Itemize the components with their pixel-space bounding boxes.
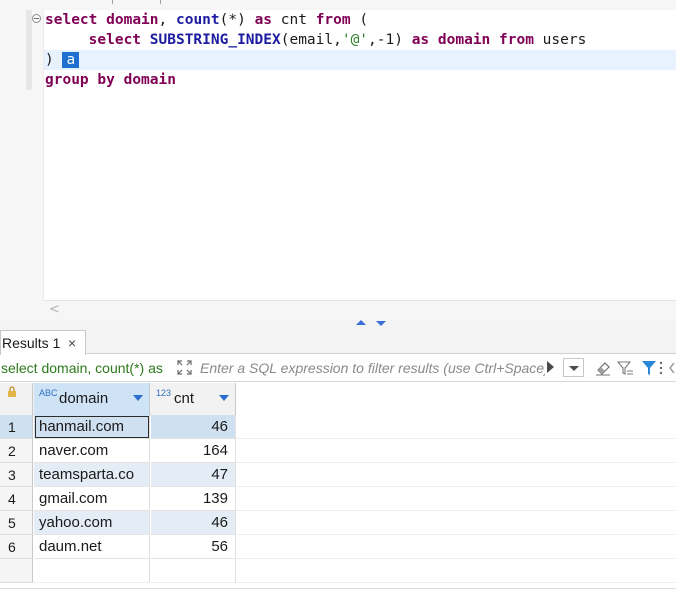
cell-domain[interactable]: naver.com	[34, 439, 150, 463]
results-grid[interactable]: ABC domain 123 cnt 1 hanmail.com 46 2 na…	[0, 383, 676, 591]
code-token: domain	[123, 72, 176, 88]
code-token: count	[175, 12, 220, 28]
column-header-cnt[interactable]: 123 cnt	[151, 383, 236, 415]
code-token: as	[254, 12, 273, 28]
text-type-badge: ABC	[39, 388, 58, 398]
table-row[interactable]: 3 teamsparta.co 47	[0, 463, 676, 487]
results-tab-bar: Results 1 ×	[0, 328, 676, 355]
cell-cnt[interactable]: 164	[151, 439, 236, 463]
scroll-left-icon[interactable]: <	[49, 302, 60, 317]
code-token: as	[411, 32, 430, 48]
editor-gutter	[0, 10, 14, 300]
fold-collapse-icon[interactable]	[32, 14, 41, 23]
splitter-toggle-icon[interactable]	[354, 319, 394, 327]
numeric-type-badge: 123	[156, 388, 172, 398]
cell-domain[interactable]: daum.net	[34, 535, 150, 559]
table-row[interactable]: 6 daum.net 56	[0, 535, 676, 559]
sort-dropdown-icon[interactable]	[219, 395, 229, 401]
code-token: '@'	[341, 32, 369, 48]
editor-horizontal-scrollbar[interactable]: <	[44, 300, 676, 320]
row-number[interactable]: 6	[0, 535, 33, 559]
code-token: (	[350, 12, 369, 28]
code-token: domain	[437, 32, 491, 48]
table-alias-token: a	[62, 52, 80, 68]
row-number[interactable]: 3	[0, 463, 33, 487]
code-token: ,-1)	[368, 32, 412, 48]
lock-icon	[8, 386, 16, 397]
cell-cnt[interactable]: 56	[151, 535, 236, 559]
code-token: cnt	[272, 12, 316, 28]
filter-expression-input[interactable]: Enter a SQL expression to filter results…	[200, 358, 545, 379]
sort-dropdown-icon[interactable]	[133, 395, 143, 401]
code-token: from	[499, 32, 534, 48]
code-token: by	[97, 72, 115, 88]
cell-cnt[interactable]: 47	[151, 463, 236, 487]
grid-corner-cell[interactable]	[0, 383, 33, 415]
cell-domain[interactable]: yahoo.com	[34, 511, 150, 535]
code-line-1[interactable]: select domain, count(*) as cnt from (	[45, 10, 368, 30]
cell-domain[interactable]: teamsparta.co	[34, 463, 150, 487]
code-token: (email,	[280, 32, 342, 48]
apply-filter-icon[interactable]	[547, 361, 554, 373]
row-number[interactable]: 1	[0, 415, 33, 439]
code-token: from	[315, 12, 351, 28]
grid-header: ABC domain 123 cnt	[0, 383, 236, 415]
filter-history-dropdown[interactable]	[563, 358, 584, 377]
column-header-domain[interactable]: ABC domain	[34, 383, 150, 415]
row-number[interactable]: 4	[0, 487, 33, 511]
scroll-left-icon[interactable]	[667, 359, 676, 377]
code-token: domain	[106, 12, 159, 28]
code-token: users	[533, 32, 587, 48]
column-label: domain	[59, 390, 109, 407]
empty-row	[0, 559, 676, 583]
cell-domain[interactable]: hanmail.com	[34, 415, 150, 439]
code-token: select	[88, 32, 142, 48]
current-line-highlight	[44, 50, 676, 70]
code-token: )	[45, 52, 63, 68]
cell-cnt[interactable]: 46	[151, 415, 236, 439]
cell-domain[interactable]: gmail.com	[34, 487, 150, 511]
code-line-2[interactable]: select SUBSTRING_INDEX(email,'@',-1) as …	[45, 30, 587, 50]
editor-results-splitter[interactable]	[0, 320, 676, 328]
code-token: select	[45, 12, 98, 28]
code-token: ,	[158, 12, 176, 28]
close-icon[interactable]: ×	[68, 331, 76, 355]
more-options-icon[interactable]	[657, 359, 665, 377]
column-label: cnt	[174, 390, 195, 407]
tab-label: Results 1	[2, 335, 61, 351]
table-row[interactable]: 5 yahoo.com 46	[0, 511, 676, 535]
row-number[interactable]: 2	[0, 439, 33, 463]
row-number[interactable]: 5	[0, 511, 33, 535]
editor-top-ruler	[0, 0, 676, 10]
cell-cnt[interactable]: 46	[151, 511, 236, 535]
results-filter-bar: select domain, count(*) as Enter a SQL e…	[0, 355, 676, 382]
table-row[interactable]: 1 hanmail.com 46	[0, 415, 676, 439]
code-token: group	[45, 72, 89, 88]
expand-editor-icon[interactable]	[176, 359, 193, 376]
eraser-icon[interactable]	[594, 359, 612, 377]
code-line-4[interactable]: group by domain	[45, 70, 176, 90]
table-row[interactable]: 4 gmail.com 139	[0, 487, 676, 511]
annotation-ruler	[26, 10, 32, 90]
table-row[interactable]: 2 naver.com 164	[0, 439, 676, 463]
query-text-label: select domain, count(*) as	[1, 360, 163, 376]
sql-editor[interactable]: select domain, count(*) as cnt from ( se…	[0, 0, 676, 320]
filter-funnel-icon[interactable]	[640, 359, 658, 377]
cell-cnt[interactable]: 139	[151, 487, 236, 511]
tab-results-1[interactable]: Results 1 ×	[0, 330, 86, 355]
code-line-3[interactable]: ) a	[45, 50, 80, 70]
filter-settings-icon[interactable]	[616, 359, 634, 377]
code-token: (*)	[219, 12, 255, 28]
code-token: SUBSTRING_INDEX	[149, 32, 281, 48]
